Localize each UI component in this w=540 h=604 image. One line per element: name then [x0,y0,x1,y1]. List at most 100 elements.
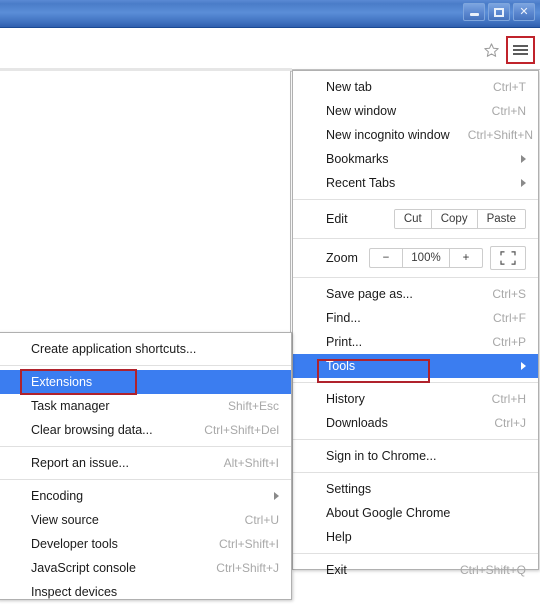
menu-item-extensions[interactable]: Extensions [0,370,291,394]
zoom-button-group: − 100% + [369,248,483,268]
menu-item-label: Tools [326,359,356,373]
menu-item-shortcut: Ctrl+P [492,335,526,349]
menu-row-edit: Edit Cut Copy Paste [293,204,538,234]
menu-separator [293,199,538,200]
menu-item-label: Find... [326,311,361,325]
menu-item-shortcut: Ctrl+F [493,311,526,325]
menu-item-javascript-console[interactable]: JavaScript console Ctrl+Shift+J [0,556,291,580]
browser-toolbar [0,29,540,70]
menu-item-label: Extensions [31,375,93,389]
menu-separator [293,472,538,473]
chevron-right-icon [521,179,526,187]
menu-item-recent-tabs[interactable]: Recent Tabs [293,171,538,195]
menu-item-label: Sign in to Chrome... [326,449,437,463]
menu-item-label: Create application shortcuts... [31,342,197,356]
menu-row-zoom: Zoom − 100% + [293,243,538,273]
menu-item-tools[interactable]: Tools [293,354,538,383]
zoom-row-label: Zoom [326,251,358,265]
zoom-out-button[interactable]: − [370,249,403,267]
menu-item-shortcut: Ctrl+N [491,104,526,118]
paste-button[interactable]: Paste [477,210,525,228]
page-content-area [0,71,291,332]
menu-item-downloads[interactable]: Downloads Ctrl+J [293,411,538,435]
chevron-right-icon [521,362,526,370]
copy-button[interactable]: Copy [431,210,478,228]
menu-item-inspect-devices[interactable]: Inspect devices [0,580,291,604]
menu-item-clear-browsing-data[interactable]: Clear browsing data... Ctrl+Shift+Del [0,418,291,442]
menu-item-label: Recent Tabs [326,176,396,190]
maximize-button[interactable] [488,3,510,21]
tools-submenu: Create application shortcuts... Extensio… [0,332,292,600]
star-icon[interactable] [481,40,502,60]
edit-button-group: Cut Copy Paste [393,209,526,229]
menu-item-save-page-as[interactable]: Save page as... Ctrl+S [293,282,538,306]
menu-item-shortcut: Ctrl+J [494,416,526,430]
menu-item-shortcut: Shift+Esc [227,399,279,413]
menu-item-create-application-shortcuts[interactable]: Create application shortcuts... [0,337,291,361]
zoom-level-value: 100% [403,249,450,267]
close-button[interactable]: ✕ [513,3,535,21]
menu-item-shortcut: Ctrl+S [492,287,526,301]
window-controls: ✕ [463,3,535,21]
menu-item-shortcut: Ctrl+H [491,392,526,406]
menu-item-exit[interactable]: Exit Ctrl+Shift+Q [293,558,538,582]
hamburger-menu-icon[interactable] [513,45,528,55]
menu-item-shortcut: Ctrl+U [244,513,279,527]
menu-item-label: History [326,392,365,406]
menu-item-find[interactable]: Find... Ctrl+F [293,306,538,330]
menu-item-label: Task manager [31,399,110,413]
menu-item-label: New window [326,104,397,118]
menu-item-shortcut: Ctrl+Shift+J [216,561,279,575]
zoom-controls: − 100% + [369,246,526,270]
menu-item-label: Help [326,530,352,544]
window-titlebar: ✕ [0,0,540,28]
menu-separator [0,365,291,366]
menu-separator [0,479,291,480]
cut-button[interactable]: Cut [394,210,432,228]
menu-item-label: Inspect devices [31,585,118,599]
menu-item-view-source[interactable]: View source Ctrl+U [0,508,291,532]
chevron-right-icon [274,492,279,500]
menu-item-help[interactable]: Help [293,525,538,549]
edit-row-label: Edit [326,212,348,226]
menu-item-label: Settings [326,482,372,496]
menu-item-label: About Google Chrome [326,506,451,520]
menu-item-label: Developer tools [31,537,118,551]
menu-item-new-window[interactable]: New window Ctrl+N [293,99,538,123]
zoom-in-button[interactable]: + [450,249,482,267]
menu-item-label: Bookmarks [326,152,389,166]
hamburger-line [513,53,528,55]
menu-item-shortcut: Ctrl+Shift+Q [459,563,526,577]
close-icon: ✕ [519,5,529,18]
menu-item-history[interactable]: History Ctrl+H [293,387,538,411]
menu-item-shortcut: Ctrl+Shift+Del [204,423,279,437]
hamburger-line [513,49,528,51]
menu-separator [293,382,538,383]
maximize-icon [494,7,504,17]
menu-item-label: Save page as... [326,287,413,301]
menu-item-developer-tools[interactable]: Developer tools Ctrl+Shift+I [0,532,291,556]
menu-item-print[interactable]: Print... Ctrl+P [293,330,538,354]
menu-separator [293,277,538,278]
menu-item-about-google-chrome[interactable]: About Google Chrome [293,501,538,525]
minimize-icon [469,13,479,16]
menu-item-new-incognito-window[interactable]: New incognito window Ctrl+Shift+N [293,123,538,147]
menu-item-report-an-issue[interactable]: Report an issue... Alt+Shift+I [0,451,291,475]
menu-item-label: Report an issue... [31,456,129,470]
minimize-button[interactable] [463,3,485,21]
menu-item-label: Print... [326,335,363,349]
menu-item-label: New incognito window [326,128,450,142]
menu-item-bookmarks[interactable]: Bookmarks [293,147,538,171]
menu-item-encoding[interactable]: Encoding [0,484,291,508]
menu-item-shortcut: Alt+Shift+I [223,456,279,470]
menu-item-task-manager[interactable]: Task manager Shift+Esc [0,394,291,418]
menu-item-sign-in-to-chrome[interactable]: Sign in to Chrome... [293,444,538,468]
menu-separator [293,439,538,440]
menu-item-settings[interactable]: Settings [293,477,538,501]
menu-item-label: Clear browsing data... [31,423,153,437]
menu-item-shortcut: Ctrl+T [493,80,526,94]
menu-item-new-tab[interactable]: New tab Ctrl+T [293,75,538,99]
fullscreen-button[interactable] [490,246,526,270]
fullscreen-icon [500,251,516,265]
chrome-main-menu: New tab Ctrl+T New window Ctrl+N New inc… [292,70,539,577]
